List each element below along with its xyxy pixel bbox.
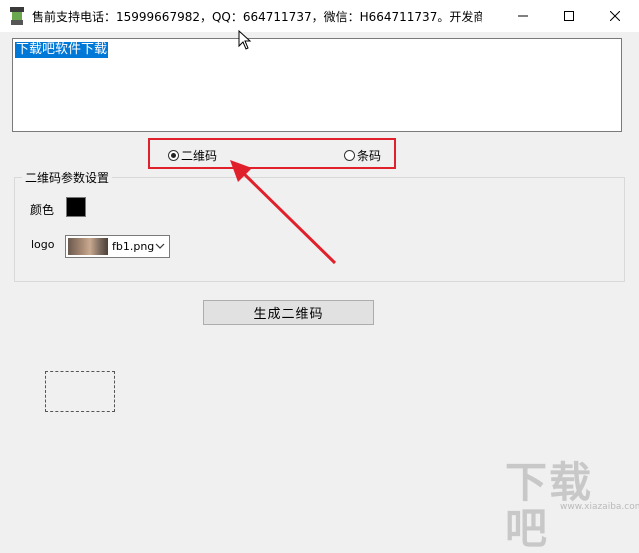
qr-settings-group-title: 二维码参数设置 [22, 169, 113, 186]
color-label: 颜色 [30, 203, 55, 217]
qr-code-radio-label: 二维码 [181, 149, 218, 163]
window-title: 售前支持电话：15999667982，QQ：664711737，微信：H6647… [32, 10, 482, 24]
logo-file-name: fb1.png [112, 240, 155, 253]
logo-dropdown[interactable]: fb1.png [65, 235, 170, 258]
title-bar: 售前支持电话：15999667982，QQ：664711737，微信：H6647… [0, 0, 639, 32]
radio-checked-icon [168, 150, 179, 161]
app-icon [10, 7, 24, 25]
close-button[interactable] [592, 0, 638, 32]
minimize-button[interactable] [500, 0, 546, 32]
qr-preview-box [45, 371, 115, 412]
radio-unchecked-icon [344, 150, 355, 161]
qr-code-radio[interactable]: 二维码 [168, 147, 217, 164]
logo-label: logo [31, 238, 55, 251]
app-window: 售前支持电话：15999667982，QQ：664711737，微信：H6647… [0, 0, 639, 552]
watermark-url: www.xiazaiba.com [560, 502, 639, 512]
annotation-arrow-icon [230, 160, 337, 265]
minimize-icon [518, 15, 528, 17]
maximize-icon [564, 11, 574, 21]
color-picker-swatch[interactable] [66, 197, 86, 217]
maximize-button[interactable] [546, 0, 592, 32]
generate-qr-button[interactable]: 生成二维码 [203, 300, 374, 325]
mouse-cursor-icon [238, 30, 252, 50]
content-textarea[interactable]: 下载吧软件下载 [12, 38, 622, 132]
close-icon [610, 11, 620, 21]
logo-thumbnail [68, 238, 108, 255]
barcode-radio[interactable]: 条码 [344, 147, 381, 164]
barcode-radio-label: 条码 [357, 149, 382, 163]
selected-text: 下载吧软件下载 [15, 42, 109, 58]
chevron-down-icon [155, 243, 165, 249]
